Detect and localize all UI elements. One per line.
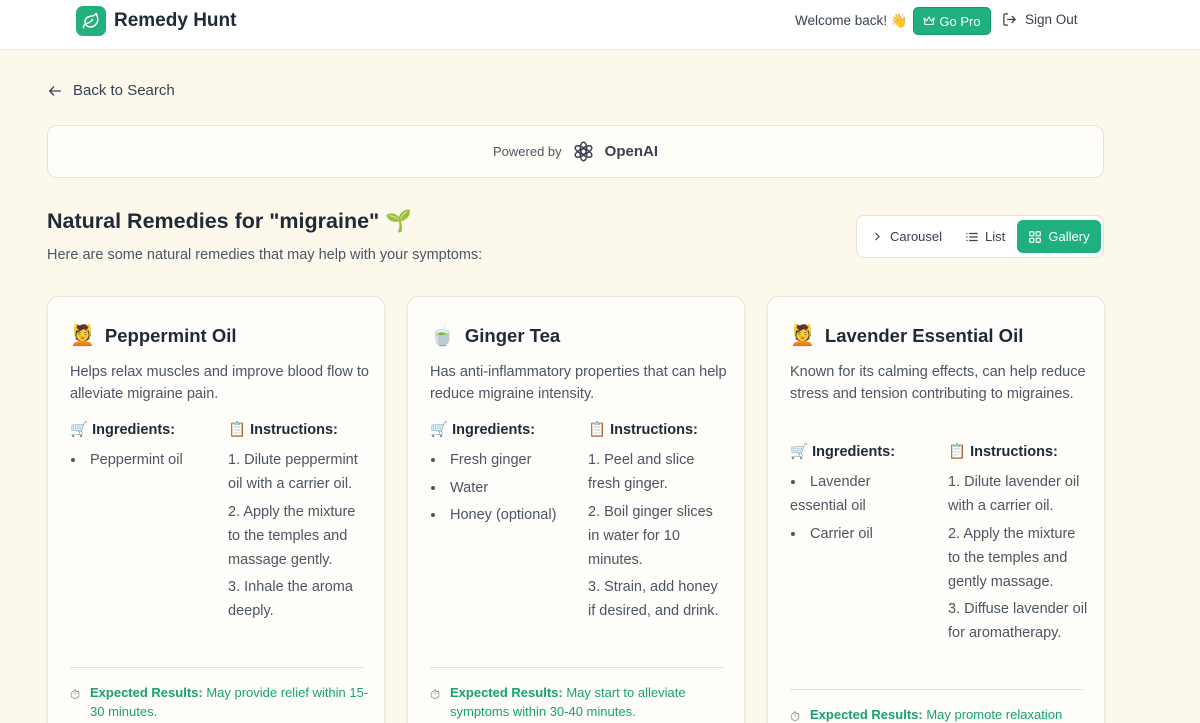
powered-by-label: Powered by	[493, 144, 562, 159]
sign-out-label: Sign Out	[1025, 12, 1078, 27]
ingredients-list: Fresh ginger Water Honey (optional)	[430, 448, 570, 531]
instruction-step: 2. Boil ginger slices in water for 10 mi…	[588, 503, 713, 568]
powered-by-banner: Powered by OpenAI	[47, 125, 1104, 178]
expected-results: ⏱ Expected Results: May provide relief w…	[70, 684, 370, 721]
ingredient-item: Carrier oil	[790, 522, 930, 546]
go-pro-button[interactable]: Go Pro	[913, 7, 991, 35]
list-icon	[966, 232, 978, 241]
massage-emoji-icon: 💆	[790, 325, 815, 347]
go-pro-label: Go Pro	[939, 13, 981, 29]
view-switcher: Carousel List Gallery	[856, 215, 1104, 258]
gallery-view-button[interactable]: Gallery	[1017, 220, 1101, 253]
instructions-list: 1. Dilute peppermint oil with a carrier …	[228, 448, 368, 627]
instructions-heading: 📋 Instructions:	[948, 444, 1058, 460]
chevron-right-icon	[875, 232, 880, 241]
ingredients-heading: 🛒 Ingredients:	[70, 422, 176, 438]
stopwatch-icon: ⏱	[790, 709, 801, 723]
arrow-left-icon	[49, 85, 61, 96]
remedy-card-lavender-essential-oil[interactable]: 💆 Lavender Essential Oil Known for its c…	[767, 296, 1105, 723]
page-title: Natural Remedies for "migraine" 🌱	[47, 209, 412, 233]
remedy-title: 💆 Lavender Essential Oil	[790, 323, 1023, 348]
remedy-description: Helps relax muscles and improve blood fl…	[70, 364, 369, 402]
remedy-description: Known for its calming effects, can help …	[790, 364, 1086, 402]
sign-out-button[interactable]: Sign Out	[1002, 12, 1078, 27]
instruction-step: 2. Apply the mixture to the temples and …	[948, 525, 1076, 590]
openai-logo-icon	[574, 141, 593, 162]
openai-name: OpenAI	[604, 143, 658, 160]
remedy-title: 💆 Peppermint Oil	[70, 323, 236, 348]
instruction-step: 3. Inhale the aroma deeply.	[228, 579, 353, 619]
ingredient-item: Peppermint oil	[70, 448, 210, 472]
instructions-list: 1. Peel and slice fresh ginger. 2. Boil …	[588, 448, 728, 627]
stopwatch-icon: ⏱	[430, 687, 441, 702]
massage-emoji-icon: 💆	[70, 325, 95, 347]
welcome-message: Welcome back! 👋	[795, 13, 908, 28]
instructions-heading: 📋 Instructions:	[588, 422, 698, 438]
top-bar: Remedy Hunt Welcome back! 👋 Go Pro Sign …	[0, 0, 1200, 50]
remedy-title: 🍵 Ginger Tea	[430, 323, 560, 348]
ingredients-heading: 🛒 Ingredients:	[790, 444, 896, 460]
tea-emoji-icon: 🍵	[430, 325, 455, 347]
remedy-name: Peppermint Oil	[104, 324, 237, 346]
ingredient-item: Honey (optional)	[430, 503, 570, 527]
instruction-step: 2. Apply the mixture to the temples and …	[228, 503, 356, 568]
app-title[interactable]: Remedy Hunt	[114, 10, 236, 32]
crown-icon	[923, 16, 935, 26]
ingredients-list: Lavender essential oil Carrier oil	[790, 470, 930, 549]
card-divider	[430, 667, 723, 668]
remedy-card-peppermint-oil[interactable]: 💆 Peppermint Oil Helps relax muscles and…	[47, 296, 385, 723]
remedy-description: Has anti-inflammatory properties that ca…	[430, 364, 727, 402]
card-divider	[70, 667, 363, 668]
instructions-heading: 📋 Instructions:	[228, 422, 338, 438]
instruction-step: 3. Diffuse lavender oil for aromatherapy…	[948, 601, 1088, 641]
ingredient-item: Water	[430, 476, 570, 500]
grid-icon	[1029, 230, 1042, 243]
list-view-button[interactable]: List	[965, 220, 1005, 253]
expected-results-text: May promote relaxation	[926, 707, 1063, 722]
expected-results-label: Expected Results:	[90, 685, 203, 700]
carousel-label: Carousel	[890, 229, 943, 244]
expected-results-label: Expected Results:	[450, 685, 563, 700]
gallery-label: Gallery	[1048, 229, 1090, 244]
instruction-step: 1. Peel and slice fresh ginger.	[588, 452, 695, 492]
expected-results: ⏱ Expected Results: May start to allevia…	[430, 684, 730, 721]
instruction-step: 3. Strain, add honey if desired, and dri…	[588, 579, 719, 619]
instruction-step: 1. Dilute lavender oil with a carrier oi…	[948, 474, 1080, 514]
stopwatch-icon: ⏱	[70, 687, 81, 702]
page-subtitle: Here are some natural remedies that may …	[47, 247, 483, 263]
ingredients-heading: 🛒 Ingredients:	[430, 422, 536, 438]
back-to-search-link[interactable]: Back to Search	[47, 82, 175, 99]
instruction-step: 1. Dilute peppermint oil with a carrier …	[228, 452, 358, 492]
ingredient-item: Lavender essential oil	[790, 470, 930, 518]
expected-results-label: Expected Results:	[810, 707, 923, 722]
ingredient-item: Fresh ginger	[430, 448, 570, 472]
remedy-name: Ginger Tea	[464, 324, 561, 346]
expected-results: ⏱ Expected Results: May promote relaxati…	[790, 706, 1090, 723]
list-label: List	[985, 229, 1006, 244]
leaf-logo-icon[interactable]	[76, 6, 106, 36]
remedy-card-ginger-tea[interactable]: 🍵 Ginger Tea Has anti-inflammatory prope…	[407, 296, 745, 723]
back-label: Back to Search	[73, 82, 175, 99]
ingredients-list: Peppermint oil	[70, 448, 210, 476]
carousel-view-button[interactable]: Carousel	[871, 220, 942, 253]
logout-icon	[1003, 13, 1016, 26]
instructions-list: 1. Dilute lavender oil with a carrier oi…	[948, 470, 1088, 649]
remedy-name: Lavender Essential Oil	[824, 324, 1024, 346]
card-divider	[790, 689, 1083, 690]
